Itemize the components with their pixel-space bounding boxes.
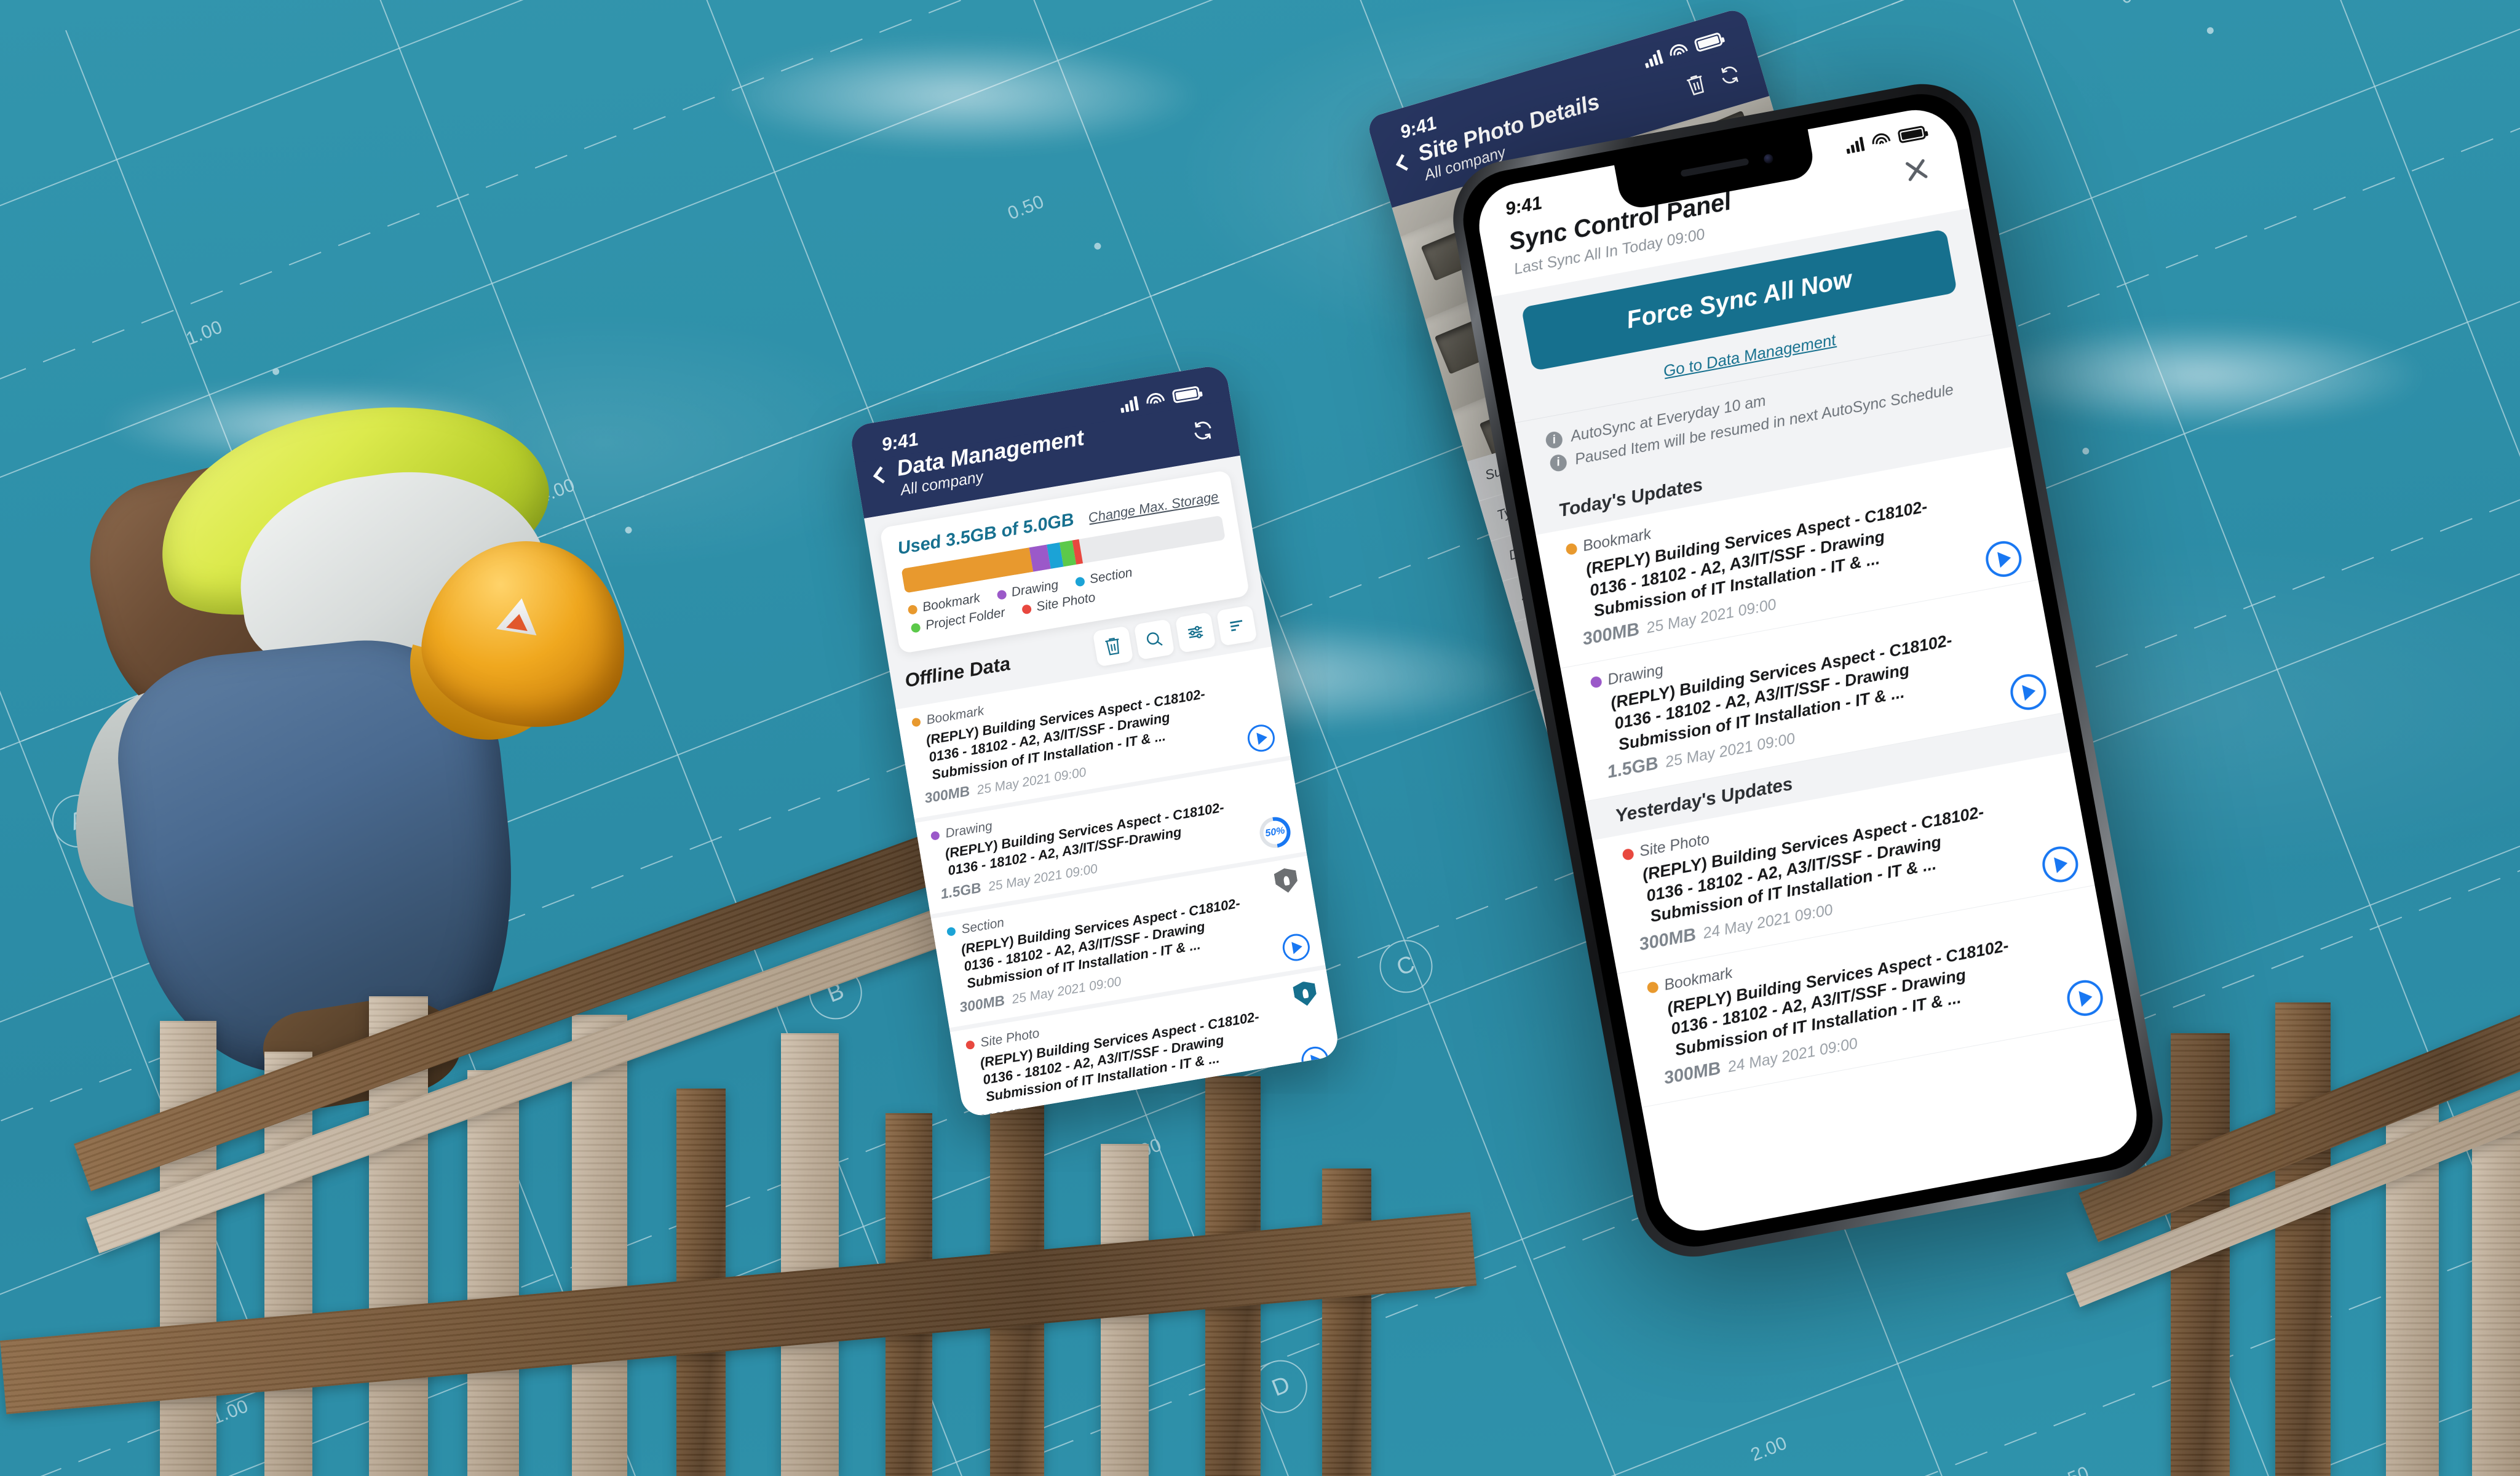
tag-color-dot	[930, 831, 940, 841]
tag-color-dot	[1590, 676, 1603, 689]
tag-color-dot	[1565, 542, 1578, 555]
item-action[interactable]	[2064, 977, 2106, 1019]
tag-label: Section	[961, 916, 1005, 937]
tag-color-dot	[911, 718, 921, 728]
construction-worker-photo	[55, 400, 744, 1322]
composite-stage: 1.001.004.000.500.800.701.002.001.000.50…	[0, 0, 2520, 1476]
legend-color-dot	[910, 622, 921, 633]
play-icon	[1256, 731, 1268, 744]
play-sync-button[interactable]	[1280, 932, 1312, 963]
search-button[interactable]	[1134, 619, 1175, 661]
cloud	[707, 37, 1211, 154]
battery-icon	[1172, 386, 1201, 403]
legend-color-dot	[1074, 576, 1085, 587]
legend-item: Section	[1074, 566, 1134, 590]
play-sync-button[interactable]	[2064, 977, 2106, 1019]
item-size: 300MB	[1662, 1058, 1722, 1089]
section-title: Offline Data	[903, 653, 1012, 692]
item-size: 300MB	[1638, 925, 1698, 955]
legend-color-dot	[996, 589, 1007, 600]
play-sync-button[interactable]	[2040, 844, 2082, 886]
item-action[interactable]	[2008, 672, 2050, 713]
offline-data-list[interactable]: Bookmark (REPLY) Building Services Aspec…	[896, 647, 1341, 1119]
delete-button[interactable]	[1683, 71, 1710, 98]
sync-progress-ring[interactable]: 50%	[1258, 815, 1293, 851]
status-time: 9:41	[880, 429, 920, 456]
item-size: 300MB	[958, 992, 1006, 1016]
sync-button[interactable]	[1189, 417, 1216, 444]
play-icon	[2054, 855, 2069, 873]
item-action[interactable]	[1246, 723, 1277, 754]
back-chevron-icon[interactable]	[1396, 154, 1413, 171]
battery-icon	[1694, 32, 1723, 53]
filter-button[interactable]	[1175, 612, 1216, 653]
wifi-icon	[1145, 392, 1165, 408]
play-sync-button[interactable]	[1246, 723, 1277, 754]
item-action[interactable]	[1983, 538, 2024, 580]
item-size: 300MB	[1581, 619, 1641, 649]
item-action[interactable]	[1280, 932, 1312, 963]
cellular-bars-icon	[1642, 49, 1663, 68]
item-size: 1.5GB	[939, 879, 982, 903]
legend-color-dot	[1021, 604, 1032, 614]
updates-groups[interactable]: Today's Updates Bookmark (REPLY) Buildin…	[1529, 408, 2120, 1108]
item-size: 300MB	[923, 783, 971, 807]
cloud	[1968, 320, 2435, 430]
delete-button[interactable]	[1093, 626, 1134, 667]
play-icon	[2022, 683, 2037, 701]
item-action[interactable]: 50%	[1258, 815, 1293, 851]
info-icon: i	[1545, 430, 1564, 450]
cellular-bars-icon	[1845, 136, 1865, 154]
item-action[interactable]	[2040, 844, 2082, 886]
back-chevron-icon[interactable]	[873, 466, 890, 483]
sort-button[interactable]	[1216, 605, 1258, 646]
tag-color-dot	[1646, 982, 1659, 994]
play-icon	[1291, 940, 1303, 954]
play-icon	[1997, 550, 2012, 568]
wifi-icon	[1668, 42, 1689, 60]
sync-button[interactable]	[1716, 62, 1744, 89]
play-sync-button[interactable]	[2008, 672, 2050, 713]
play-sync-button[interactable]	[1983, 538, 2024, 580]
legend-label: Section	[1088, 566, 1133, 587]
info-icon: i	[1548, 453, 1567, 472]
status-time: 9:41	[1504, 192, 1543, 220]
tag-color-dot	[1622, 848, 1634, 861]
tag-color-dot	[946, 927, 956, 937]
tag-color-dot	[965, 1040, 975, 1050]
sync-progress-label: 50%	[1264, 825, 1286, 839]
battery-icon	[1897, 125, 1926, 144]
legend-color-dot	[908, 605, 918, 615]
wifi-icon	[1871, 132, 1892, 148]
close-icon[interactable]	[1901, 155, 1932, 185]
play-icon	[2078, 988, 2093, 1006]
cellular-bars-icon	[1119, 395, 1139, 413]
item-size: 1.5GB	[1606, 753, 1660, 783]
